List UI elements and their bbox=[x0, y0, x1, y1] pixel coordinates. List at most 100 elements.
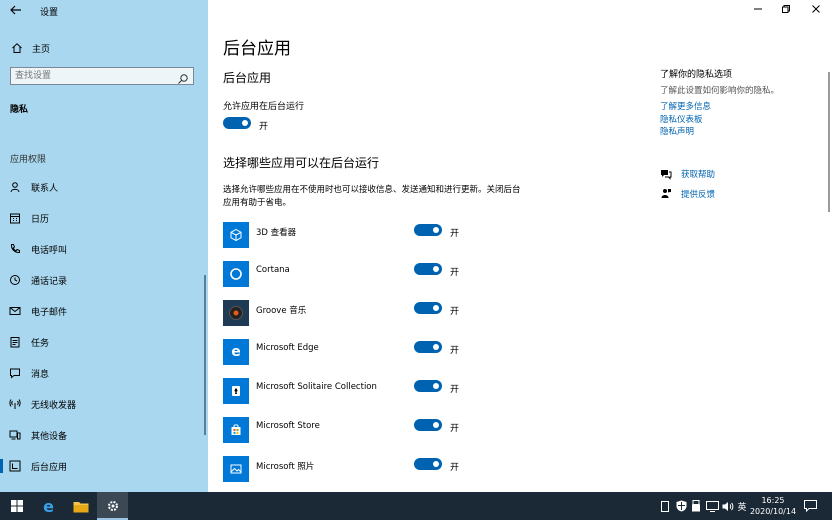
page-title: 后台应用 bbox=[223, 39, 291, 59]
taskbar-settings[interactable] bbox=[97, 492, 128, 520]
app-name: Microsoft 照片 bbox=[256, 462, 315, 472]
restore-icon bbox=[782, 5, 790, 13]
sidebar-item-calendar[interactable]: 日历 bbox=[0, 207, 208, 229]
close-button[interactable] bbox=[808, 4, 824, 18]
clock-date: 2020/10/14 bbox=[749, 507, 797, 516]
sidebar-scrollbar[interactable] bbox=[204, 275, 206, 435]
sidebar-item-background-apps[interactable]: 后台应用 bbox=[0, 455, 208, 477]
taskbar-clock[interactable]: 16:25 2020/10/14 bbox=[748, 495, 798, 517]
privacy-subtext: 了解此设置如何影响你的隐私。 bbox=[660, 86, 780, 96]
notification-center-button[interactable] bbox=[800, 492, 820, 520]
restore-button[interactable] bbox=[778, 4, 794, 18]
sidebar-item-other-devices[interactable]: 其他设备 bbox=[0, 424, 208, 446]
sidebar-item-mail[interactable]: 电子邮件 bbox=[0, 300, 208, 322]
mail-icon bbox=[8, 304, 22, 318]
sidebar-item-label: 任务 bbox=[31, 338, 50, 349]
network-icon[interactable] bbox=[705, 492, 720, 520]
learn-more-link[interactable]: 了解更多信息 bbox=[660, 100, 711, 112]
sidebar-item-label: 联系人 bbox=[31, 183, 59, 194]
input-method-indicator[interactable]: 英 bbox=[736, 492, 748, 520]
sidebar-item-messaging[interactable]: 消息 bbox=[0, 362, 208, 384]
app-row: e Microsoft Edge bbox=[223, 339, 523, 367]
sidebar-item-label: 电话呼叫 bbox=[31, 245, 68, 256]
sidebar-item-label: 后台应用 bbox=[31, 462, 68, 473]
sidebar-item-label: 电子邮件 bbox=[31, 307, 68, 318]
home-label: 主页 bbox=[32, 44, 51, 55]
start-button[interactable] bbox=[1, 492, 32, 520]
taskbar-file-explorer[interactable] bbox=[65, 492, 96, 520]
sidebar-item-label: 通话记录 bbox=[31, 276, 68, 287]
category-label: 隐私 bbox=[10, 105, 29, 115]
toggle-knob bbox=[433, 266, 439, 272]
volume-icon[interactable] bbox=[721, 492, 735, 520]
help-icon bbox=[660, 168, 672, 180]
section-title: 选择哪些应用可以在后台运行 bbox=[223, 156, 380, 170]
photos-icon bbox=[223, 456, 249, 482]
title-bar: 设置 bbox=[0, 0, 208, 24]
usb-device-icon[interactable] bbox=[689, 492, 703, 520]
app-toggle[interactable] bbox=[414, 380, 442, 392]
toggle-state: 开 bbox=[450, 268, 460, 278]
allow-background-toggle[interactable] bbox=[223, 117, 251, 129]
app-toggle[interactable] bbox=[414, 341, 442, 353]
search-box[interactable] bbox=[10, 67, 194, 85]
toggle-state: 开 bbox=[450, 229, 460, 239]
app-name: Microsoft Solitaire Collection bbox=[256, 382, 377, 392]
solitaire-icon bbox=[223, 378, 249, 404]
back-button[interactable] bbox=[6, 2, 26, 20]
allow-background-label: 允许应用在后台运行 bbox=[223, 102, 305, 112]
phone-icon bbox=[8, 242, 22, 256]
sidebar-item-label: 消息 bbox=[31, 369, 50, 380]
sidebar-item-phone[interactable]: 电话呼叫 bbox=[0, 238, 208, 260]
toggle-knob bbox=[433, 305, 439, 311]
get-help-link[interactable]: 获取帮助 bbox=[660, 167, 715, 181]
app-toggle[interactable] bbox=[414, 419, 442, 431]
back-arrow-icon bbox=[10, 5, 21, 15]
app-row: 3D 查看器 bbox=[223, 222, 523, 250]
app-row: Microsoft Solitaire Collection bbox=[223, 378, 523, 406]
main-scrollbar[interactable] bbox=[828, 72, 830, 212]
sidebar-item-call-history[interactable]: 通话记录 bbox=[0, 269, 208, 291]
cortana-icon bbox=[223, 261, 249, 287]
calendar-icon bbox=[8, 211, 22, 225]
privacy-heading: 了解你的隐私选项 bbox=[660, 70, 733, 80]
sidebar-item-label: 无线收发器 bbox=[31, 400, 77, 411]
toggle-knob bbox=[433, 383, 439, 389]
app-toggle[interactable] bbox=[414, 224, 442, 236]
privacy-dashboard-link[interactable]: 隐私仪表板 bbox=[660, 113, 703, 125]
sidebar-item-tasks[interactable]: 任务 bbox=[0, 331, 208, 353]
messaging-icon bbox=[8, 366, 22, 380]
security-icon[interactable] bbox=[674, 492, 688, 520]
main-pane: 后台应用 后台应用 允许应用在后台运行 开 选择哪些应用可以在后台运行 选择允许… bbox=[208, 0, 832, 492]
call-history-icon bbox=[8, 273, 22, 287]
search-input[interactable] bbox=[15, 69, 175, 83]
search-icon[interactable] bbox=[177, 70, 189, 84]
privacy-statement-link[interactable]: 隐私声明 bbox=[660, 125, 694, 137]
app-toggle[interactable] bbox=[414, 302, 442, 314]
edge-icon: e bbox=[223, 339, 249, 365]
sidebar-item-contacts[interactable]: 联系人 bbox=[0, 176, 208, 198]
toggle-knob bbox=[433, 344, 439, 350]
taskbar: e 英 16:25 2020/10/14 bbox=[0, 492, 832, 520]
sidebar-item-radios[interactable]: 无线收发器 bbox=[0, 393, 208, 415]
feedback-icon bbox=[660, 188, 672, 200]
app-toggle[interactable] bbox=[414, 263, 442, 275]
sidebar-item-label: 其他设备 bbox=[31, 431, 68, 442]
window-title: 设置 bbox=[40, 8, 59, 18]
minimize-button[interactable] bbox=[750, 4, 766, 18]
folder-icon bbox=[73, 501, 88, 512]
feedback-label: 提供反馈 bbox=[681, 190, 716, 200]
toggle-state: 开 bbox=[259, 122, 269, 132]
taskbar-edge[interactable]: e bbox=[33, 492, 64, 520]
app-row: Microsoft Store bbox=[223, 417, 523, 445]
tablet-icon[interactable] bbox=[658, 492, 672, 520]
app-toggle[interactable] bbox=[414, 458, 442, 470]
app-name: Cortana bbox=[256, 265, 290, 275]
feedback-link[interactable]: 提供反馈 bbox=[660, 187, 715, 201]
other-devices-icon bbox=[8, 428, 22, 442]
home-nav[interactable]: 主页 bbox=[10, 40, 50, 56]
section-title: 后台应用 bbox=[223, 71, 272, 85]
app-row: Groove 音乐 bbox=[223, 300, 523, 328]
toggle-state: 开 bbox=[450, 385, 460, 395]
app-name: Microsoft Edge bbox=[256, 343, 319, 353]
